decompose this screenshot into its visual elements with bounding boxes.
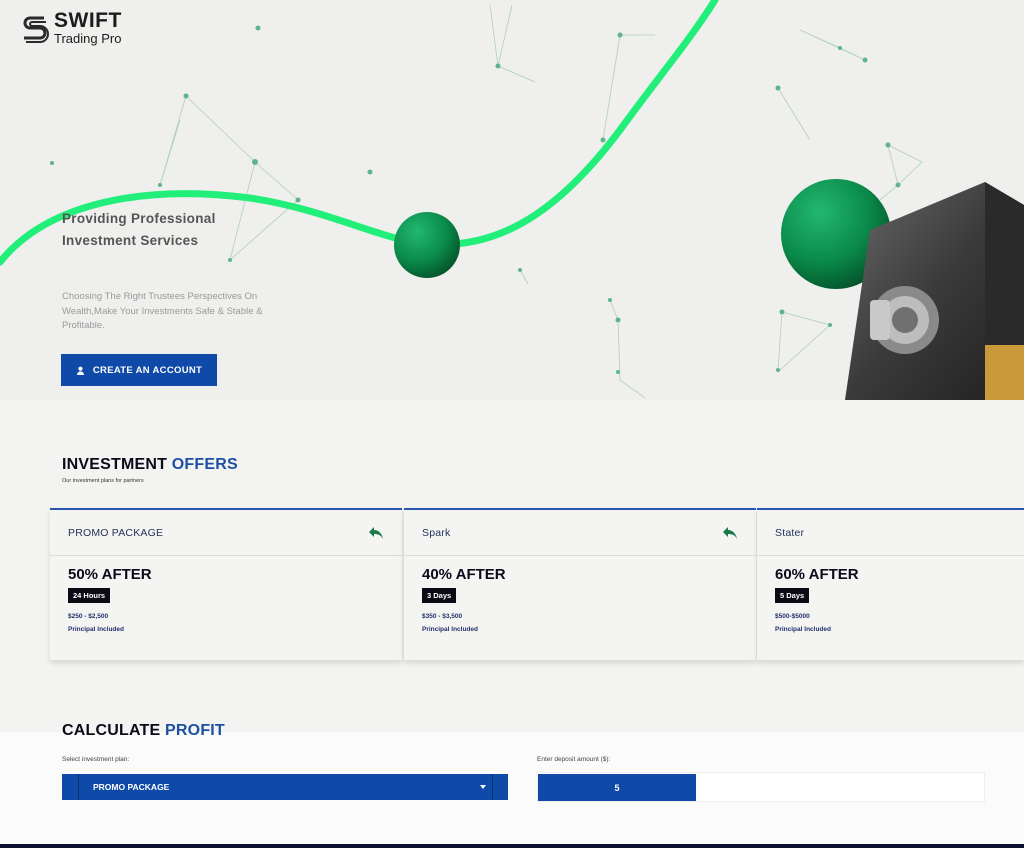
offers-title: INVESTMENT OFFERS (62, 456, 238, 474)
deposit-amount-value[interactable]: 5 (538, 774, 696, 801)
logo-icon (23, 16, 49, 43)
plan-duration-badge: 3 Days (422, 588, 457, 603)
plan-range: $500-$5000 (775, 613, 810, 620)
bottom-bar (0, 844, 1024, 848)
offers-title-highlight: OFFERS (171, 456, 238, 473)
brand-name: SWIFT (54, 9, 122, 32)
plan-duration-badge: 5 Days (775, 588, 810, 603)
brand-logo[interactable]: SWIFT Trading Pro (20, 10, 122, 45)
calculator-title-main: CALCULATE (62, 722, 161, 739)
hero-title: Providing Professional Investment Servic… (62, 211, 216, 248)
plan-select[interactable]: PROMO PACKAGE (62, 774, 508, 800)
plan-principal: Principal Included (422, 626, 478, 633)
deposit-amount-field[interactable]: 5 (537, 772, 985, 802)
plan-card[interactable]: PROMO PACKAGE 50% AFTER 24 Hours $250 - … (50, 508, 402, 660)
plan-percent: 40% AFTER (422, 566, 506, 583)
plan-percent: 60% AFTER (775, 566, 859, 583)
plan-range: $350 - $3,500 (422, 613, 463, 620)
plan-name: Stater (775, 526, 805, 539)
reply-arrow-icon (723, 526, 737, 539)
user-icon (76, 366, 84, 375)
sphere-small (394, 212, 460, 278)
plan-card[interactable]: Spark 40% AFTER 3 Days $350 - $3,500 Pri… (404, 508, 756, 660)
plan-select-field[interactable]: PROMO PACKAGE (78, 774, 493, 800)
plan-select-label: Select investment plan: (62, 756, 130, 763)
reply-arrow-icon (369, 526, 383, 539)
amount-label: Enter deposit amount ($): (537, 756, 611, 763)
calculator-title: CALCULATE PROFIT (62, 722, 225, 740)
create-account-button[interactable]: CREATE AN ACCOUNT (61, 354, 217, 386)
calculator-title-highlight: PROFIT (165, 722, 225, 739)
offers-subtitle: Our investment plans for partners (62, 478, 144, 484)
plan-principal: Principal Included (775, 626, 831, 633)
plan-duration-badge: 24 Hours (68, 588, 111, 603)
chevron-down-icon (480, 785, 486, 789)
create-account-label: CREATE AN ACCOUNT (92, 364, 203, 376)
plan-name: Spark (422, 526, 451, 539)
plan-percent: 50% AFTER (68, 566, 152, 583)
hero-description: Choosing The Right Trustees Perspectives… (62, 291, 263, 331)
hero-section: SWIFT Trading Pro Providing Professional… (0, 0, 1024, 400)
offers-title-main: INVESTMENT (62, 456, 168, 473)
hero-illustration (0, 0, 1024, 400)
plan-range: $250 - $2,500 (68, 613, 109, 620)
brand-tagline: Trading Pro (54, 31, 122, 46)
plan-card[interactable]: Stater 60% AFTER 5 Days $500-$5000 Princ… (757, 508, 1024, 660)
plan-select-value: PROMO PACKAGE (93, 782, 170, 792)
plan-principal: Principal Included (68, 626, 124, 633)
plan-name: PROMO PACKAGE (68, 526, 164, 539)
